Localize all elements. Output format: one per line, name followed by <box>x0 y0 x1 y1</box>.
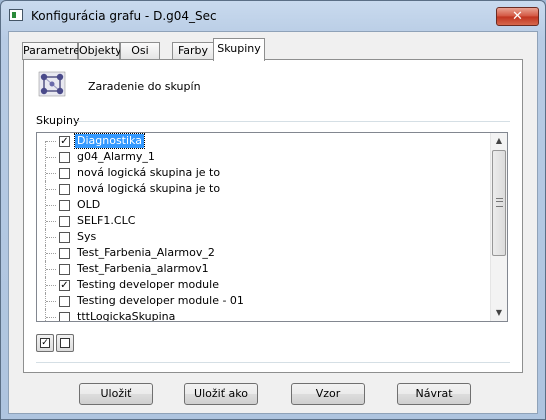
group-checkbox[interactable] <box>59 264 70 275</box>
group-label: nová logická skupina je to <box>77 182 221 195</box>
tree-connector <box>46 269 56 270</box>
group-row[interactable]: g04_Alarmy_1 <box>37 149 489 165</box>
tab-objekty[interactable]: Objekty <box>78 42 122 60</box>
tree-connector <box>46 205 56 206</box>
group-checkbox[interactable] <box>59 312 70 321</box>
grip-icon <box>496 198 503 207</box>
group-label: Testing developer module <box>77 278 219 291</box>
tree-connector <box>46 173 56 174</box>
window-title: Konfigurácia grafu - D.g04_Sec <box>31 9 217 23</box>
group-checkbox[interactable] <box>59 216 70 227</box>
group-row[interactable]: Testing developer module - 01 <box>37 293 489 309</box>
tree-connector <box>45 141 46 149</box>
group-row[interactable]: tttLogickaSkupina <box>37 309 489 322</box>
scrollbar-thumb[interactable] <box>492 150 506 256</box>
group-row[interactable]: Test_Farbenia_Alarmov_2 <box>37 245 489 261</box>
group-label: OLD <box>77 198 101 211</box>
scroll-up-arrow-icon[interactable]: ▲ <box>491 133 507 149</box>
check-all-button[interactable]: ✓ <box>36 334 54 352</box>
panel-header-text: Zaradenie do skupín <box>88 80 201 93</box>
vertical-scrollbar[interactable]: ▲ ▼ <box>490 133 507 321</box>
scroll-down-arrow-icon[interactable]: ▼ <box>491 305 507 321</box>
uncheck-all-button[interactable] <box>56 334 74 352</box>
dialog-window: Konfigurácia grafu - D.g04_Sec ✕ Paramet… <box>0 0 546 420</box>
group-row[interactable]: OLD <box>37 197 489 213</box>
group-checkbox[interactable] <box>59 152 70 163</box>
app-icon <box>9 9 23 21</box>
group-label: Test_Farbenia_alarmov1 <box>77 262 209 275</box>
group-checkbox[interactable]: ✓ <box>59 136 70 147</box>
group-row[interactable]: Sys <box>37 229 489 245</box>
group-label: Sys <box>77 230 97 243</box>
group-label: Test_Farbenia_Alarmov_2 <box>77 246 215 259</box>
group-row[interactable]: SELF1.CLC <box>37 213 489 229</box>
group-label: tttLogickaSkupina <box>77 310 176 322</box>
tree-connector <box>46 317 56 318</box>
group-checkbox[interactable] <box>59 200 70 211</box>
group-checkbox[interactable] <box>59 184 70 195</box>
group-row[interactable]: nová logická skupina je to <box>37 181 489 197</box>
group-checkbox[interactable] <box>59 168 70 179</box>
tree-connector <box>46 253 56 254</box>
title-bar[interactable]: Konfigurácia grafu - D.g04_Sec ✕ <box>1 1 545 31</box>
group-label: Diagnostika <box>74 133 145 149</box>
group-checkbox[interactable] <box>59 232 70 243</box>
group-row[interactable]: nová logická skupina je to <box>37 165 489 181</box>
tab-farby[interactable]: Farby <box>172 42 214 60</box>
section-label: Skupiny <box>36 114 80 127</box>
group-checkbox[interactable] <box>59 296 70 307</box>
group-row[interactable]: ✓ Diagnostika <box>37 133 489 149</box>
save-as-button[interactable]: Uložiť ako <box>184 383 258 405</box>
tree-connector <box>46 141 56 142</box>
tab-skupiny[interactable]: Skupiny <box>213 38 265 61</box>
group-row[interactable]: Test_Farbenia_alarmov1 <box>37 261 489 277</box>
tree-connector <box>46 221 56 222</box>
tree-connector <box>46 301 56 302</box>
panel-divider <box>36 362 510 363</box>
template-button[interactable]: Vzor <box>291 383 365 405</box>
group-label: Testing developer module - 01 <box>77 294 244 307</box>
tree-connector <box>46 189 56 190</box>
section-divider <box>76 121 510 122</box>
back-button[interactable]: Návrat <box>397 383 471 405</box>
tree-connector <box>46 157 56 158</box>
tab-osi[interactable]: Osi <box>120 42 160 60</box>
save-button[interactable]: Uložiť <box>79 383 153 405</box>
groups-tree-list[interactable]: ✓ Diagnostika g04_Alarmy_1 nová logická sku… <box>36 132 508 322</box>
tree-connector <box>46 285 56 286</box>
group-label: nová logická skupina je to <box>77 166 221 179</box>
check-all-icon: ✓ <box>40 338 50 348</box>
groups-icon <box>38 71 66 97</box>
tab-parametre[interactable]: Parametre <box>22 42 80 60</box>
group-label: g04_Alarmy_1 <box>77 150 155 163</box>
close-button[interactable]: ✕ <box>496 7 539 26</box>
group-label: SELF1.CLC <box>77 214 136 227</box>
uncheck-all-icon <box>60 338 70 348</box>
tree-connector <box>45 309 46 321</box>
group-checkbox[interactable] <box>59 248 70 259</box>
dialog-client-area: Parametre Objekty Osi Farby Skupiny Zara… <box>8 31 538 414</box>
skupiny-tab-panel: Zaradenie do skupín Skupiny ✓ Diagnostika… <box>23 59 523 373</box>
group-checkbox[interactable]: ✓ <box>59 280 70 291</box>
group-row[interactable]: ✓ Testing developer module <box>37 277 489 293</box>
tree-connector <box>46 237 56 238</box>
